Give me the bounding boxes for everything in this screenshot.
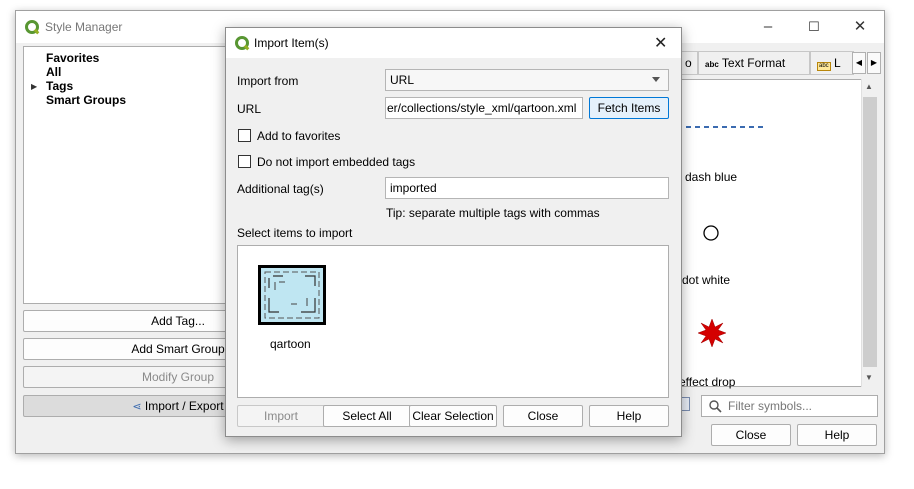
symbol-list-scrollbar[interactable]: ▲ ▼	[861, 79, 878, 387]
add-to-favorites-label[interactable]: Add to favorites	[257, 129, 340, 143]
expand-arrow-icon[interactable]: ▶	[31, 82, 37, 91]
close-dialog-icon[interactable]: ✕	[654, 33, 667, 53]
minimize-icon[interactable]: –	[755, 17, 781, 37]
close-button[interactable]: Close	[711, 424, 791, 446]
tree-item-favorites[interactable]: Favorites	[46, 51, 99, 65]
fetch-items-button[interactable]: Fetch Items	[589, 97, 669, 119]
tab-partial-label: o	[685, 56, 692, 70]
symbol-label-dot-white[interactable]: dot white	[682, 273, 730, 287]
help-button[interactable]: Help	[797, 424, 877, 446]
dialog-title: Import Item(s)	[254, 36, 329, 50]
close-window-icon[interactable]: ✕	[847, 17, 873, 37]
no-embedded-tags-checkbox[interactable]	[238, 155, 251, 168]
filter-symbols-input[interactable]: Filter symbols...	[701, 395, 878, 417]
tags-tip: Tip: separate multiple tags with commas	[386, 206, 600, 220]
dot-white-preview	[703, 225, 719, 241]
maximize-icon[interactable]: ☐	[801, 17, 827, 37]
additional-tags-label: Additional tag(s)	[237, 182, 324, 196]
scroll-up-icon[interactable]: ▲	[865, 82, 873, 91]
effect-drop-preview	[697, 318, 727, 348]
item-thumbnail[interactable]	[258, 265, 326, 325]
dash-blue-preview	[677, 126, 767, 128]
share-icon: ⋖	[132, 401, 142, 413]
import-button[interactable]: Import	[237, 405, 325, 427]
clear-selection-button[interactable]: Clear Selection	[409, 405, 497, 427]
tree-item-smart-groups[interactable]: Smart Groups	[46, 93, 126, 107]
tab-text-format-label: Text Format	[721, 56, 786, 70]
select-items-label: Select items to import	[237, 226, 353, 240]
dialog-title-bar: Import Item(s) ✕	[226, 28, 681, 58]
qgis-logo-icon	[235, 36, 249, 50]
dialog-help-button[interactable]: Help	[589, 405, 669, 427]
filter-placeholder: Filter symbols...	[728, 399, 813, 413]
tab-labels[interactable]: abc L	[810, 51, 854, 75]
search-icon	[709, 400, 722, 413]
qgis-logo-icon	[25, 20, 39, 34]
tree-item-all[interactable]: All	[46, 65, 61, 79]
no-embedded-tags-label[interactable]: Do not import embedded tags	[257, 155, 415, 169]
import-from-label: Import from	[237, 74, 299, 88]
qartoon-preview-icon	[261, 268, 323, 322]
symbol-list[interactable]: dash blue dot white effect drop	[656, 79, 878, 389]
scroll-down-icon[interactable]: ▼	[865, 373, 873, 382]
window-title: Style Manager	[45, 20, 123, 34]
url-input[interactable]: er/collections/style_xml/qartoon.xml	[385, 97, 583, 119]
select-all-button[interactable]: Select All	[323, 405, 411, 427]
tab-text-format[interactable]: abc Text Format	[698, 51, 810, 75]
item-name[interactable]: qartoon	[270, 337, 311, 351]
import-export-label: Import / Export	[144, 399, 224, 413]
scrollbar-thumb[interactable]	[863, 97, 877, 367]
items-list[interactable]: qartoon	[237, 245, 669, 398]
add-to-favorites-checkbox[interactable]	[238, 129, 251, 142]
group-tree[interactable]: Favorites All ▶ Tags Smart Groups	[23, 46, 233, 304]
import-items-dialog: Import Item(s) ✕ Import from URL URL er/…	[225, 27, 682, 437]
symbol-label-effect-drop[interactable]: effect drop	[679, 375, 735, 389]
symbol-type-tabs: o abc Text Format abc L ◀ ▶	[656, 51, 884, 77]
label-settings-icon: abc	[817, 62, 831, 71]
tab-scroll-left-icon[interactable]: ◀	[852, 52, 866, 74]
text-format-icon: abc	[705, 60, 719, 69]
additional-tags-input[interactable]: imported	[385, 177, 669, 199]
import-from-select[interactable]: URL	[385, 69, 669, 91]
dialog-close-button[interactable]: Close	[503, 405, 583, 427]
chevron-down-icon	[652, 77, 660, 82]
tab-scroll-right-icon[interactable]: ▶	[867, 52, 881, 74]
import-from-value: URL	[390, 73, 415, 87]
url-label: URL	[237, 102, 262, 116]
tab-labels-label: L	[834, 56, 841, 70]
tree-item-tags[interactable]: Tags	[46, 79, 73, 93]
symbol-label-dash-blue[interactable]: dash blue	[685, 170, 737, 184]
